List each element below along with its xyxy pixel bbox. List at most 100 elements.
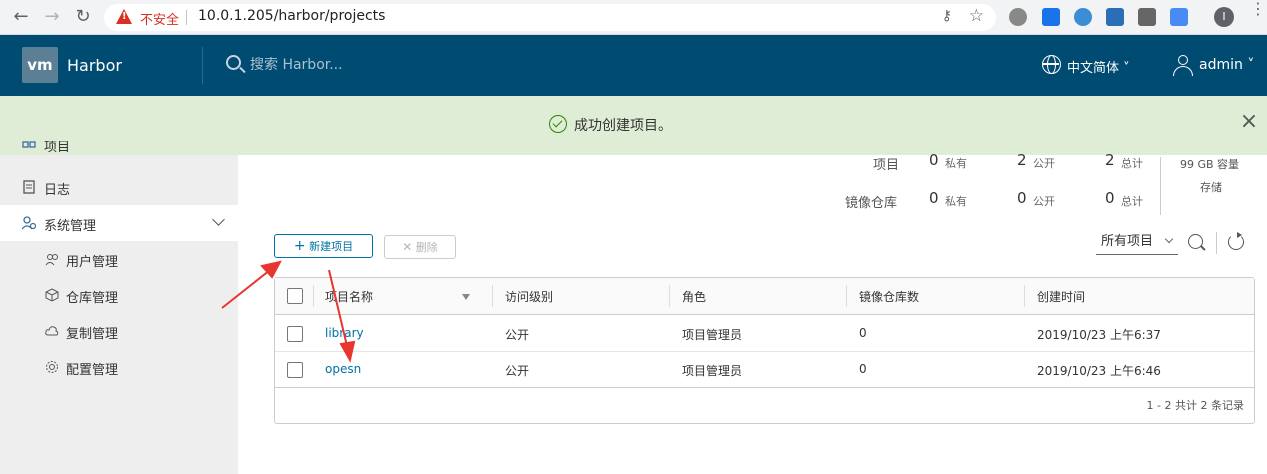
- column-header-repos[interactable]: 镜像仓库数: [859, 288, 919, 305]
- sidebar-item-label: 仓库管理: [66, 291, 119, 306]
- repo-count: 0: [859, 326, 867, 340]
- close-icon[interactable]: ×: [1239, 111, 1259, 133]
- app-header: vm Harbor 中文简体 ˅ admin ˅: [0, 35, 1267, 96]
- column-divider: [669, 285, 670, 307]
- search-icon[interactable]: [1188, 234, 1203, 249]
- sidebar-item-label: 系统管理: [44, 219, 97, 234]
- user-icon: [1173, 55, 1193, 77]
- sidebar: 项目 日志 系统管理 用户管理 仓库管理 复制管理 配置管理: [0, 141, 238, 474]
- stats-repos-private: 0: [929, 189, 939, 207]
- back-arrow-icon[interactable]: ←: [10, 6, 32, 28]
- users-icon: [45, 254, 58, 266]
- created-time: 2019/10/23 上午6:46: [1037, 364, 1161, 378]
- sidebar-item-configuration[interactable]: 配置管理: [0, 349, 238, 385]
- storage-label: 存储: [1200, 181, 1222, 194]
- toolbar-divider: [1216, 232, 1217, 254]
- sidebar-item-label: 项目: [44, 141, 71, 155]
- stats-unit-total: 总计: [1121, 157, 1143, 170]
- url-text[interactable]: 10.0.1.205/harbor/projects: [198, 8, 385, 24]
- projects-icon: [22, 141, 36, 148]
- projects-table: 项目名称 访问级别 角色 镜像仓库数 创建时间 library 公开 项目管理员…: [274, 277, 1255, 424]
- brand-name[interactable]: Harbor: [67, 56, 122, 75]
- delete-button[interactable]: ✕ 删除: [384, 235, 456, 259]
- insecure-label: 不安全: [140, 13, 180, 28]
- column-divider: [1024, 285, 1025, 307]
- storage-capacity: 99 GB 容量: [1180, 158, 1240, 171]
- extension-icon-s[interactable]: [1042, 8, 1060, 26]
- extension-icon-v[interactable]: [1106, 8, 1124, 26]
- profile-avatar[interactable]: I: [1214, 7, 1234, 27]
- row-checkbox[interactable]: [287, 326, 303, 342]
- cloud-icon: [45, 326, 59, 336]
- alert-message: 成功创建项目。: [574, 118, 672, 134]
- stats-projects-total: 2: [1105, 151, 1115, 169]
- translate-icon[interactable]: [1170, 8, 1188, 26]
- column-header-created[interactable]: 创建时间: [1037, 288, 1085, 305]
- project-name-link[interactable]: opesn: [325, 362, 361, 376]
- sidebar-item-registry-mgmt[interactable]: 仓库管理: [0, 277, 238, 313]
- extension-icon-3[interactable]: [1074, 8, 1092, 26]
- gear-icon: [46, 361, 58, 373]
- stats-repos-label: 镜像仓库: [845, 196, 898, 211]
- user-menu[interactable]: admin ˅: [1199, 57, 1254, 73]
- sidebar-item-replication[interactable]: 复制管理: [0, 313, 238, 349]
- key-icon[interactable]: ⚷: [942, 8, 952, 24]
- table-row[interactable]: library 公开 项目管理员 0 2019/10/23 上午6:37: [275, 316, 1254, 352]
- log-icon: [23, 180, 35, 194]
- stats-projects-private: 0: [929, 151, 939, 169]
- admin-users-icon: [22, 216, 36, 230]
- created-time: 2019/10/23 上午6:37: [1037, 328, 1161, 342]
- table-footer-divider: [275, 387, 1254, 388]
- select-all-checkbox[interactable]: [287, 288, 303, 304]
- cube-icon: [45, 288, 59, 302]
- global-search-input[interactable]: [250, 57, 550, 73]
- stats-repos-public: 0: [1017, 189, 1027, 207]
- access-level: 公开: [505, 328, 530, 342]
- warning-icon: [116, 9, 132, 24]
- new-project-button[interactable]: + 新建项目: [274, 234, 373, 258]
- sidebar-item-admin[interactable]: 系统管理: [0, 205, 238, 241]
- stats-unit-private: 私有: [945, 157, 967, 170]
- sidebar-item-label: 复制管理: [66, 327, 119, 342]
- role: 项目管理员: [682, 328, 743, 342]
- sidebar-item-user-mgmt[interactable]: 用户管理: [0, 241, 238, 277]
- project-filter-select[interactable]: 所有项目: [1096, 233, 1178, 255]
- project-name-link[interactable]: library: [325, 326, 364, 340]
- x-icon: ✕: [402, 240, 413, 254]
- language-selector[interactable]: 中文简体 ˅: [1067, 57, 1130, 76]
- sidebar-item-logs[interactable]: 日志: [0, 169, 238, 205]
- stats-unit-public: 公开: [1033, 157, 1055, 170]
- column-header-role[interactable]: 角色: [682, 288, 706, 305]
- stats-unit-total: 总计: [1121, 195, 1143, 208]
- filter-icon[interactable]: [462, 294, 470, 300]
- address-bar[interactable]: 不安全 10.0.1.205/harbor/projects ⚷ ☆: [104, 4, 996, 31]
- success-check-icon: [549, 115, 567, 133]
- table-row[interactable]: opesn 公开 项目管理员 0 2019/10/23 上午6:46: [275, 352, 1254, 388]
- access-level: 公开: [505, 364, 530, 378]
- header-divider: [202, 47, 203, 84]
- chevron-down-icon: [1164, 234, 1174, 244]
- column-divider: [313, 285, 314, 307]
- reload-icon[interactable]: ↻: [72, 6, 94, 28]
- sidebar-item-label: 日志: [44, 183, 71, 198]
- row-checkbox[interactable]: [287, 362, 303, 378]
- refresh-icon[interactable]: [1228, 232, 1244, 250]
- bookmark-star-icon[interactable]: ☆: [969, 6, 984, 26]
- new-project-label: 新建项目: [309, 240, 354, 253]
- role: 项目管理员: [682, 364, 743, 378]
- column-header-name[interactable]: 项目名称: [325, 288, 373, 305]
- username-label: admin: [1199, 57, 1243, 73]
- repo-count: 0: [859, 362, 867, 376]
- extension-icon-1[interactable]: [1009, 8, 1027, 26]
- table-header: 项目名称 访问级别 角色 镜像仓库数 创建时间: [275, 278, 1254, 315]
- extension-icon-5[interactable]: [1138, 8, 1156, 26]
- pagination-summary: 1 - 2 共计 2 条记录: [1146, 399, 1244, 412]
- column-divider: [846, 285, 847, 307]
- menu-dots-icon[interactable]: ⋮: [1250, 1, 1266, 17]
- vmware-logo: vm: [22, 47, 58, 83]
- sidebar-item-projects[interactable]: 项目: [0, 141, 238, 161]
- language-label: 中文简体: [1067, 61, 1120, 76]
- column-header-access[interactable]: 访问级别: [505, 288, 553, 305]
- forward-arrow-icon[interactable]: →: [41, 6, 63, 28]
- plus-icon: +: [293, 238, 306, 254]
